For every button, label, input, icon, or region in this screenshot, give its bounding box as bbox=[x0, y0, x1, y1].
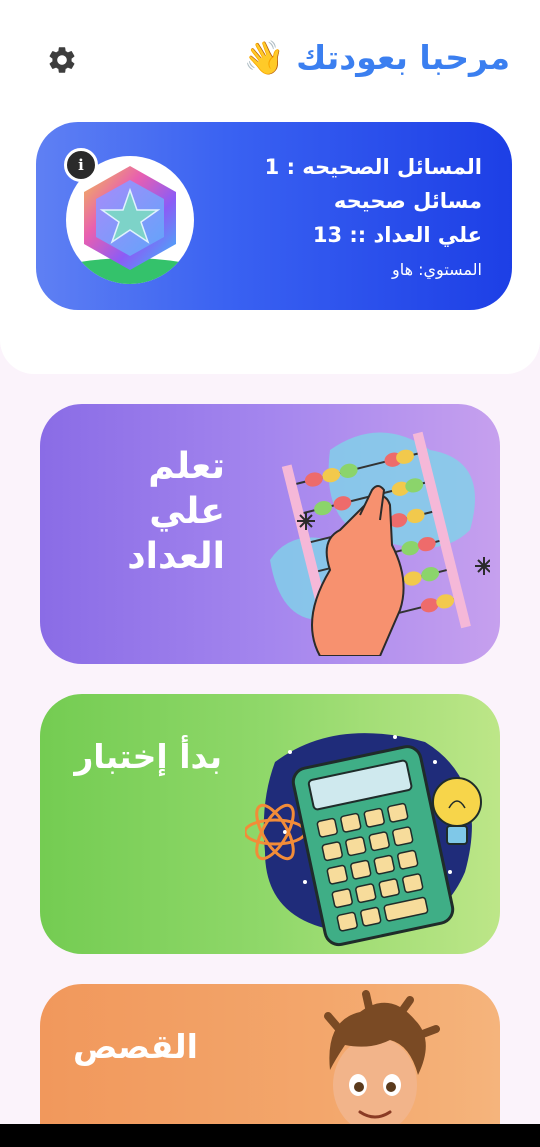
stories-card[interactable]: القصص bbox=[40, 984, 500, 1147]
greeting-title: مرحبا بعودتك 👋 bbox=[243, 38, 510, 77]
title-line-3: العداد bbox=[127, 536, 225, 577]
stats-card: المسائل الصحيحه : 1 مسائل صحيحه علي العد… bbox=[36, 122, 512, 310]
stories-title: القصص bbox=[73, 1027, 198, 1066]
start-quiz-card[interactable]: بدأ إختبار bbox=[40, 694, 500, 954]
start-quiz-title: بدأ إختبار bbox=[74, 737, 222, 776]
abacus-correct-count: علي العداد :: 13 bbox=[312, 223, 482, 247]
learn-abacus-title: تعلم علي العداد bbox=[127, 444, 225, 579]
system-navigation-bar bbox=[0, 1124, 540, 1147]
stats-text: المسائل الصحيحه : 1 مسائل صحيحه علي العد… bbox=[182, 150, 482, 284]
calculator-illustration bbox=[245, 733, 482, 947]
header-panel: مرحبا بعودتك 👋 المسائل الصحيحه : 1 مسائل… bbox=[0, 0, 540, 374]
abacus-hand-illustration bbox=[270, 431, 490, 656]
learn-abacus-card[interactable]: تعلم علي العداد bbox=[40, 404, 500, 664]
level-label: المستوي: هاو bbox=[392, 260, 482, 279]
title-line-1: تعلم bbox=[148, 446, 225, 487]
correct-problems-count: المسائل الصحيحه : 1 bbox=[264, 155, 482, 179]
abacus-correct-label: مسائل صحيحه bbox=[333, 189, 482, 213]
title-line-2: علي bbox=[149, 491, 225, 532]
gear-icon[interactable] bbox=[46, 44, 78, 76]
info-button[interactable]: i bbox=[64, 148, 98, 182]
